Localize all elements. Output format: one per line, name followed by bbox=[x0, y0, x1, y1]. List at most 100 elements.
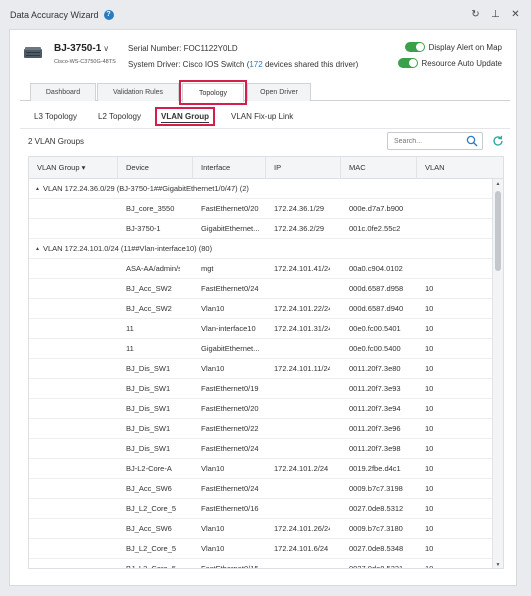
cell-vlan: 10 bbox=[425, 284, 434, 293]
refresh-icon[interactable] bbox=[492, 135, 504, 147]
column-device[interactable]: Device bbox=[118, 157, 193, 179]
cell-vlan: 10 bbox=[425, 304, 434, 313]
tab-vlan-group[interactable]: VLAN Group bbox=[155, 107, 215, 126]
auto-update-label: Resource Auto Update bbox=[421, 58, 503, 68]
cell-device: 11 bbox=[126, 324, 134, 333]
table-row[interactable]: BJ_Dis_SW1 FastEthernet0/24 0011.20f7.3e98… bbox=[29, 439, 492, 459]
cell-vlan: 10 bbox=[425, 544, 434, 553]
chevron-down-icon[interactable]: ∨ bbox=[103, 44, 109, 53]
driver-count-link[interactable]: 172 bbox=[249, 60, 262, 69]
search-input[interactable] bbox=[388, 133, 464, 149]
scroll-down-icon[interactable]: ▼ bbox=[493, 560, 503, 568]
table-row[interactable]: 11 Vlan-interface10 172.24.101.31/24 00e0.f… bbox=[29, 319, 492, 339]
collapse-triangle-icon[interactable]: ▲ bbox=[35, 239, 40, 259]
cell-mac: 0009.b7c7.3180 bbox=[349, 524, 403, 533]
cell-mac: 0019.2fbe.d4c1 bbox=[349, 464, 401, 473]
cell-mac: 0011.20f7.3e93 bbox=[349, 384, 401, 393]
cell-device: BJ_L2_Core_5 bbox=[126, 544, 177, 553]
column-interface[interactable]: Interface bbox=[193, 157, 266, 179]
cell-ip bbox=[274, 479, 330, 499]
cell-vlan: 10 bbox=[425, 564, 434, 569]
display-alert-toggle[interactable] bbox=[404, 42, 425, 52]
data-accuracy-wizard-window: Data Accuracy Wizard ? ↻ ⊥ ✕ BJ-3750-1 ∨ … bbox=[0, 0, 531, 596]
cell-ip: 172.24.101.6/24 bbox=[274, 544, 329, 553]
tab-dashboard[interactable]: Dashboard bbox=[30, 83, 96, 101]
cell-device: BJ_Dis_SW1 bbox=[126, 444, 171, 453]
cell-ip bbox=[274, 339, 330, 359]
table-row[interactable]: BJ_core_3550 FastEthernet0/20 172.24.36.1/… bbox=[29, 199, 492, 219]
cell-interface: Vlan-interface10 bbox=[201, 324, 256, 333]
tab-validation-rules[interactable]: Validation Rules bbox=[97, 83, 179, 101]
table-row[interactable]: BJ_Acc_SW6 Vlan10 172.24.101.26/24 0009.b7c… bbox=[29, 519, 492, 539]
table-row[interactable]: BJ_L2_Core_5 FastEthernet0/15 0027.0de8.53… bbox=[29, 559, 492, 569]
cell-mac: 00a0.c904.0102 bbox=[349, 264, 403, 273]
tab-vlan-fixup-link[interactable]: VLAN Fix-up Link bbox=[227, 109, 297, 124]
column-ip[interactable]: IP bbox=[266, 157, 341, 179]
display-alert-label: Display Alert on Map bbox=[428, 42, 502, 52]
table-row[interactable]: BJ_L2_Core_5 Vlan10 172.24.101.6/24 0027.0d… bbox=[29, 539, 492, 559]
column-vlan-group-label: VLAN Group bbox=[37, 163, 80, 172]
driver-prefix: System Driver: Cisco IOS Switch ( bbox=[128, 60, 250, 69]
cell-interface: FastEthernet0/20 bbox=[201, 204, 259, 213]
vlan-group-row[interactable]: ▲ VLAN 172.24.36.0/29 (BJ-3750-1##Gigabit… bbox=[29, 179, 492, 199]
close-icon[interactable]: ✕ bbox=[510, 9, 521, 20]
table-row[interactable]: ASA-AA/admin/s... mgt 172.24.101.41/24 00a0… bbox=[29, 259, 492, 279]
vertical-scrollbar[interactable]: ▲ ▼ bbox=[492, 179, 503, 568]
tab-l3-topology[interactable]: L3 Topology bbox=[30, 109, 81, 124]
table-row[interactable]: BJ_Dis_SW1 FastEthernet0/22 0011.20f7.3e96… bbox=[29, 419, 492, 439]
cell-interface: Vlan10 bbox=[201, 464, 225, 473]
table-row[interactable]: BJ_Dis_SW1 Vlan10 172.24.101.11/24 0011.20f… bbox=[29, 359, 492, 379]
cell-device: BJ_Acc_SW6 bbox=[126, 524, 172, 533]
vlan-group-label: VLAN 172.24.36.0/29 (BJ-3750-1##GigabitE… bbox=[42, 184, 249, 193]
table-row[interactable]: BJ_Acc_SW6 FastEthernet0/24 0009.b7c7.3198… bbox=[29, 479, 492, 499]
cell-interface: FastEthernet0/16 bbox=[201, 504, 259, 513]
cell-ip bbox=[274, 559, 330, 568]
cell-ip bbox=[274, 439, 330, 459]
cell-device: BJ_Acc_SW2 bbox=[126, 304, 172, 313]
table-row[interactable]: BJ_Acc_SW2 FastEthernet0/24 000d.6587.d958… bbox=[29, 279, 492, 299]
tab-open-driver[interactable]: Open Driver bbox=[247, 83, 311, 101]
cell-device: 11 bbox=[126, 344, 134, 353]
table-row[interactable]: BJ_L2_Core_5 FastEthernet0/16 0027.0de8.53… bbox=[29, 499, 492, 519]
cell-vlan: 10 bbox=[425, 404, 434, 413]
table-row[interactable]: BJ-L2-Core-A Vlan10 172.24.101.2/24 0019.2f… bbox=[29, 459, 492, 479]
tab-topology[interactable]: Topology bbox=[179, 80, 247, 105]
help-circle-icon[interactable]: ? bbox=[103, 10, 114, 20]
table-row[interactable]: BJ_Dis_SW1 FastEthernet0/19 0011.20f7.3e93… bbox=[29, 379, 492, 399]
cell-interface: FastEthernet0/24 bbox=[201, 444, 259, 453]
scroll-up-icon[interactable]: ▲ bbox=[493, 179, 503, 189]
cell-ip: 172.24.101.41/24 bbox=[274, 264, 330, 273]
cell-interface: FastEthernet0/24 bbox=[201, 284, 259, 293]
column-mac[interactable]: MAC bbox=[341, 157, 417, 179]
cell-vlan bbox=[425, 259, 465, 279]
scroll-thumb[interactable] bbox=[495, 191, 501, 271]
sort-desc-icon[interactable]: ▾ bbox=[82, 163, 86, 172]
cell-vlan: 10 bbox=[425, 504, 434, 513]
topology-sub-tabs: L3 Topology L2 Topology VLAN Group VLAN … bbox=[20, 105, 510, 129]
window-actions: ↻ ⊥ ✕ bbox=[470, 9, 521, 20]
vlan-group-grid: VLAN Group ▾ Device Interface IP MAC VLA… bbox=[28, 156, 504, 569]
tab-l2-topology[interactable]: L2 Topology bbox=[94, 109, 145, 124]
grid-body: ▲ VLAN 172.24.36.0/29 (BJ-3750-1##Gigabit… bbox=[29, 179, 492, 569]
cell-vlan: 10 bbox=[425, 464, 434, 473]
cell-interface: FastEthernet0/20 bbox=[201, 404, 259, 413]
pin-icon[interactable]: ⊥ bbox=[490, 9, 501, 20]
driver-suffix: devices shared this driver) bbox=[262, 60, 359, 69]
table-row[interactable]: BJ_Dis_SW1 FastEthernet0/20 0011.20f7.3e94… bbox=[29, 399, 492, 419]
table-row[interactable]: BJ-3750-1 GigabitEthernet... 172.24.36.2/2… bbox=[29, 219, 492, 239]
vlan-group-row[interactable]: ▲ VLAN 172.24.101.0/24 (11##Vlan-interfac… bbox=[29, 239, 492, 259]
serial-number: Serial Number: FOC1122Y0LD bbox=[128, 44, 238, 53]
cell-ip bbox=[274, 379, 330, 399]
search-icon[interactable] bbox=[466, 135, 478, 147]
table-row[interactable]: 11 GigabitEthernet... 00e0.fc00.5400 10 bbox=[29, 339, 492, 359]
table-row[interactable]: BJ_Acc_SW2 Vlan10 172.24.101.22/24 000d.658… bbox=[29, 299, 492, 319]
cell-mac: 0009.b7c7.3198 bbox=[349, 484, 403, 493]
auto-update-toggle[interactable] bbox=[397, 58, 418, 68]
cell-ip bbox=[274, 279, 330, 299]
collapse-triangle-icon[interactable]: ▲ bbox=[35, 179, 40, 199]
device-name[interactable]: BJ-3750-1 ∨ bbox=[54, 43, 109, 54]
column-vlan-group[interactable]: VLAN Group ▾ bbox=[29, 157, 118, 179]
refresh-icon[interactable]: ↻ bbox=[470, 9, 481, 20]
column-vlan[interactable]: VLAN bbox=[417, 157, 503, 179]
cell-interface: Vlan10 bbox=[201, 544, 225, 553]
